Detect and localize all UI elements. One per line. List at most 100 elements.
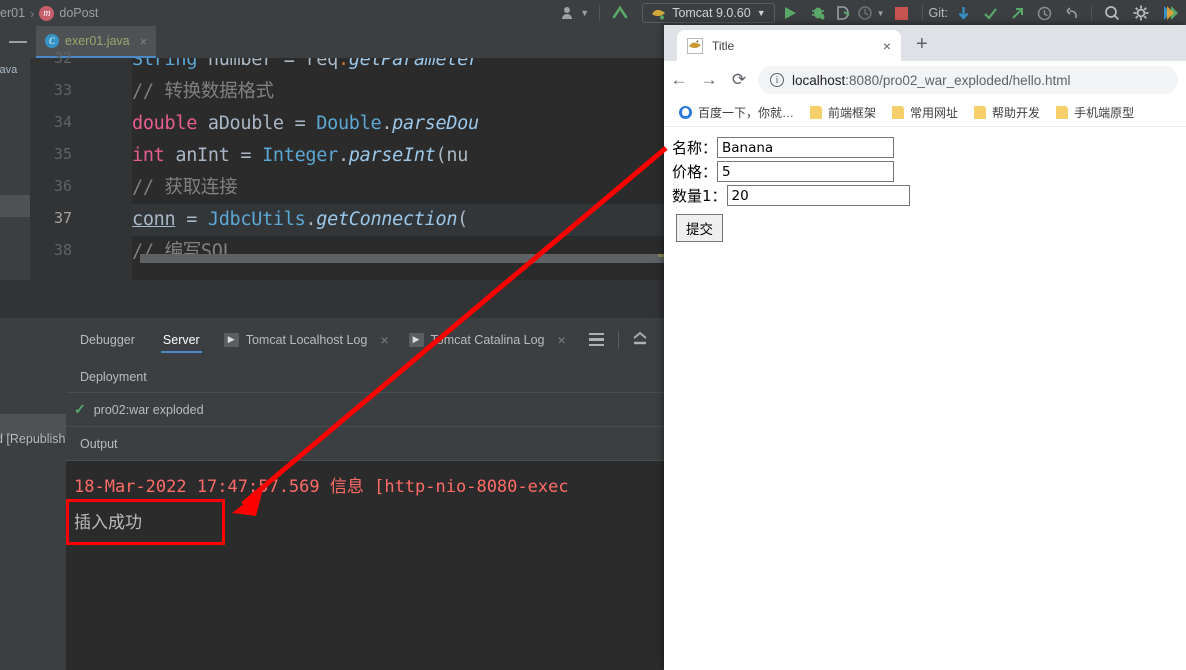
method-badge-icon: m <box>39 5 55 21</box>
project-path-fragment: \java <box>0 64 18 76</box>
forward-button[interactable]: → <box>694 61 724 99</box>
close-icon[interactable]: × <box>557 332 565 348</box>
tomcat-icon <box>652 9 666 19</box>
breadcrumb-project[interactable]: er01 <box>0 6 25 20</box>
code-token: int <box>132 145 176 166</box>
code-line[interactable]: // 转换数据格式 <box>132 76 274 108</box>
code-line[interactable]: // 获取连接 <box>132 172 238 204</box>
settings-button[interactable] <box>1126 0 1156 26</box>
address-bar[interactable]: i localhost:8080/pro02_war_exploded/hell… <box>758 66 1178 94</box>
code-token: Double <box>316 113 382 134</box>
ide-logo-button[interactable] <box>1156 0 1186 26</box>
quantity-input[interactable] <box>726 185 910 206</box>
code-token: String <box>132 58 208 70</box>
search-everywhere-button[interactable] <box>1098 0 1126 26</box>
bookmark-mobile-prototype[interactable]: 手机端原型 <box>1049 101 1141 125</box>
user-avatar-button[interactable]: ▼ <box>557 0 593 26</box>
browser-nav-bar: ← → ⟳ i localhost:8080/pro02_war_explode… <box>664 61 1186 99</box>
folder-icon <box>892 106 905 119</box>
close-icon[interactable]: × <box>380 332 388 348</box>
run-button[interactable] <box>775 0 805 26</box>
bookmark-common-sites[interactable]: 常用网址 <box>885 101 965 125</box>
profile-icon <box>857 6 872 20</box>
editor-tab-label: exer01.java <box>65 34 130 48</box>
submit-button[interactable]: 提交 <box>676 214 723 242</box>
close-icon[interactable]: × <box>140 34 148 49</box>
tab-debugger[interactable]: Debugger <box>66 318 149 361</box>
address-bar-url: localhost:8080/pro02_war_exploded/hello.… <box>792 73 1070 88</box>
bookmark-frontend-frameworks[interactable]: 前端框架 <box>803 101 883 125</box>
reload-button[interactable]: ⟳ <box>724 61 754 99</box>
editor-gutter: 32 33 34 35 36 37 38 <box>30 49 80 280</box>
folder-icon <box>810 106 823 119</box>
line-number: 32 <box>53 49 72 67</box>
browser-tab[interactable]: Title × <box>677 30 901 61</box>
bookmarks-bar: 百度一下，你就… 前端框架 常用网址 帮助开发 手机端原型 <box>664 99 1186 127</box>
new-tab-button[interactable]: + <box>916 34 928 54</box>
code-token: anInt <box>175 145 241 166</box>
name-input[interactable] <box>717 137 895 158</box>
tab-server[interactable]: Server <box>149 318 214 361</box>
tool-window-menu-button[interactable] <box>584 318 610 361</box>
code-token: . <box>381 113 393 134</box>
breadcrumb-method[interactable]: doPost <box>59 6 98 20</box>
code-line[interactable]: String number = req.getParameter <box>132 58 479 76</box>
line-number: 33 <box>53 81 72 99</box>
browser-tab-title: Title <box>712 38 735 53</box>
tab-debugger-label: Debugger <box>80 332 135 347</box>
update-project-button[interactable] <box>606 0 634 26</box>
history-icon <box>1037 6 1052 20</box>
minus-icon <box>9 41 27 43</box>
tab-tomcat-catalina-log-label: Tomcat Catalina Log <box>430 332 545 347</box>
close-icon[interactable]: × <box>883 38 891 54</box>
git-commit-icon <box>984 7 997 20</box>
user-avatar-icon <box>562 7 573 19</box>
git-push-button[interactable] <box>1004 0 1031 26</box>
code-line[interactable]: // 编写SQL <box>132 236 234 268</box>
collapse-all-button[interactable] <box>0 26 36 58</box>
code-token: parseInt <box>348 145 436 166</box>
code-token: . <box>337 145 349 166</box>
line-number: 34 <box>53 113 72 131</box>
tool-window-actions <box>584 318 653 361</box>
code-line[interactable]: conn = JdbcUtils.getConnection( <box>132 204 468 236</box>
tool-window-left-strip: d [Republish <box>0 318 66 670</box>
tab-tomcat-localhost-log-label: Tomcat Localhost Log <box>245 332 368 347</box>
undo-button[interactable] <box>1058 0 1085 26</box>
code-token: parseDou <box>392 113 479 134</box>
price-input[interactable] <box>717 161 895 182</box>
bookmark-label: 常用网址 <box>910 106 959 120</box>
export-button[interactable] <box>627 331 653 348</box>
editor-horizontal-scrollbar[interactable] <box>140 254 666 263</box>
intellij-logo-icon <box>1164 6 1178 20</box>
bookmark-dev-help[interactable]: 帮助开发 <box>967 101 1047 125</box>
export-icon <box>633 331 647 344</box>
git-commit-button[interactable] <box>977 0 1004 26</box>
tab-tomcat-catalina-log[interactable]: ▶ Tomcat Catalina Log × <box>399 318 576 361</box>
stop-button[interactable] <box>887 0 916 26</box>
git-update-button[interactable] <box>950 0 977 26</box>
baidu-icon <box>679 106 692 119</box>
code-line[interactable]: int anInt = Integer.parseInt(nu <box>132 140 468 172</box>
deployment-artifact-label: pro02:war exploded <box>93 402 204 417</box>
debug-button[interactable] <box>805 0 831 26</box>
bookmark-baidu[interactable]: 百度一下，你就… <box>672 101 801 125</box>
run-coverage-icon <box>836 6 850 20</box>
code-token: req <box>305 58 338 70</box>
ide-toolbar: er01 › m doPost ▼ Tomcat 9.0.60 ▼ ▼ Git: <box>0 0 1186 26</box>
info-circle-icon[interactable]: i <box>770 73 784 87</box>
form-row-quantity: 数量1： <box>672 185 1186 206</box>
code-line[interactable]: double aDouble = Double.parseDou <box>132 108 479 140</box>
search-everywhere-icon <box>1105 6 1120 21</box>
field-label-name: 名称： <box>672 139 718 157</box>
editor-gutter-annotations <box>80 58 106 280</box>
run-configuration-selector[interactable]: Tomcat 9.0.60 ▼ <box>642 3 775 23</box>
tab-tomcat-localhost-log[interactable]: ▶ Tomcat Localhost Log × <box>214 318 399 361</box>
back-button[interactable]: ← <box>664 61 694 99</box>
profile-button[interactable]: ▼ <box>855 0 887 26</box>
history-button[interactable] <box>1031 0 1058 26</box>
git-update-icon <box>958 6 969 20</box>
run-coverage-button[interactable] <box>831 0 855 26</box>
code-token: (nu <box>435 145 469 166</box>
code-token: // 获取连接 <box>132 177 238 198</box>
